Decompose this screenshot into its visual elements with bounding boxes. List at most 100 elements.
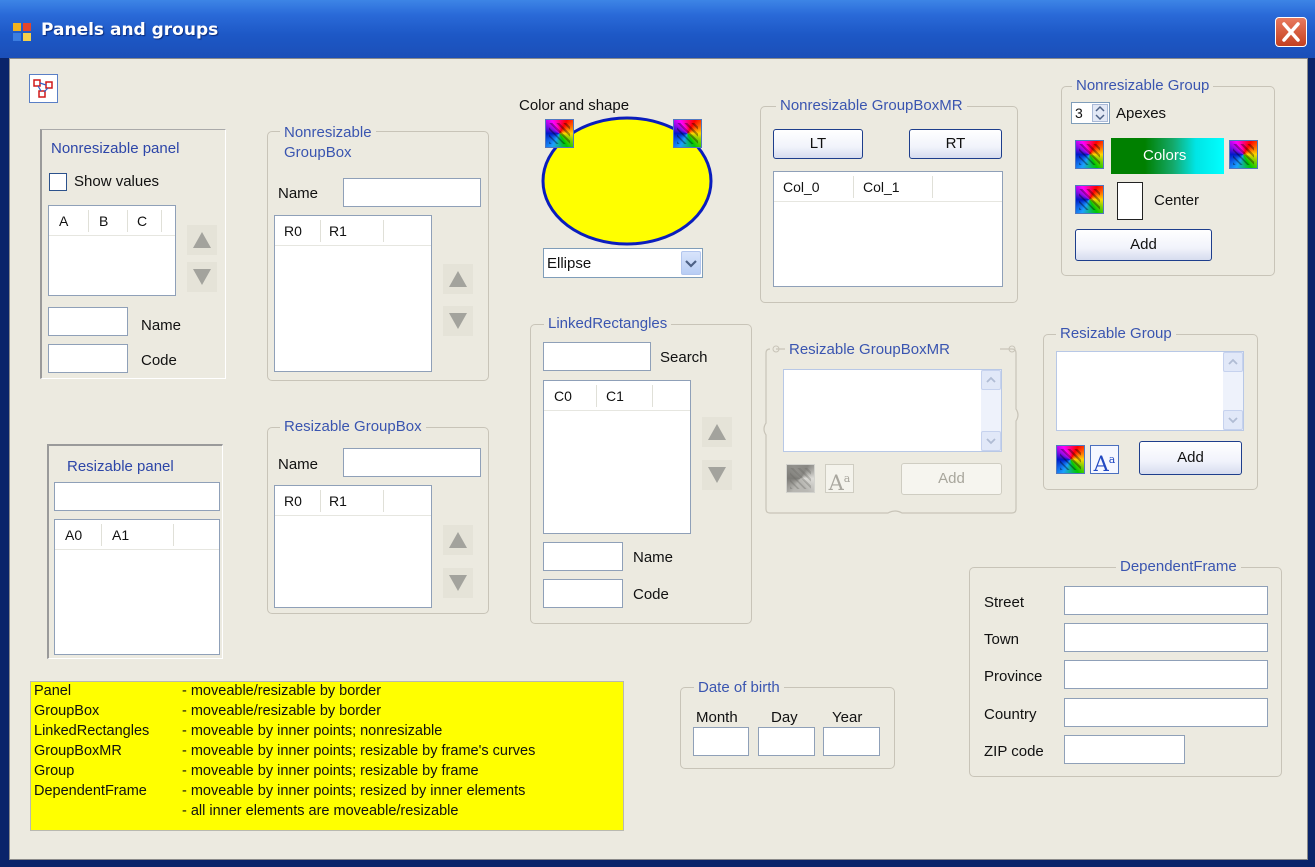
groupbox-name-input[interactable] xyxy=(343,448,481,477)
center-label: Center xyxy=(1154,192,1200,209)
resizable-panel-title: Resizable panel xyxy=(67,458,174,475)
groupbox-title-line2: GroupBox xyxy=(284,144,352,161)
listview-header: A0 A1 xyxy=(55,520,219,550)
tool-button[interactable] xyxy=(29,74,58,103)
chevron-down-icon xyxy=(685,260,697,268)
name-label: Name xyxy=(633,549,674,566)
groupboxmr-textarea[interactable] xyxy=(783,369,1002,452)
name-input[interactable] xyxy=(543,542,623,571)
column-header[interactable]: A1 xyxy=(112,527,129,543)
legend-key: GroupBoxMR xyxy=(34,743,122,759)
add-button[interactable]: Add xyxy=(1139,441,1242,475)
scroll-down-button[interactable] xyxy=(981,431,1001,451)
code-input[interactable] xyxy=(48,344,128,373)
day-input[interactable] xyxy=(758,727,815,756)
lt-button[interactable]: LT xyxy=(773,129,863,159)
font-button[interactable]: Aa xyxy=(825,464,854,495)
move-up-button[interactable] xyxy=(702,417,732,447)
zip-code-input[interactable] xyxy=(1064,735,1185,764)
country-input[interactable] xyxy=(1064,698,1268,727)
groupbox-title-line1: Nonresizable xyxy=(284,124,372,141)
r-listview[interactable]: R0 R1 xyxy=(274,485,432,608)
town-input[interactable] xyxy=(1064,623,1268,652)
scroll-up-button[interactable] xyxy=(1223,352,1243,372)
scroll-down-button[interactable] xyxy=(1223,410,1243,430)
column-header[interactable]: Col_0 xyxy=(783,179,820,195)
center-color-swatch[interactable] xyxy=(1117,182,1143,220)
day-label: Day xyxy=(771,709,798,726)
title-bar[interactable]: Panels and groups xyxy=(0,0,1315,58)
listview-header: Col_0 Col_1 xyxy=(774,172,1002,202)
apexes-spinner[interactable]: 3 xyxy=(1071,102,1110,124)
legend-desc: - all inner elements are moveable/resiza… xyxy=(182,803,459,819)
arrow-down-icon xyxy=(449,313,467,329)
year-input[interactable] xyxy=(823,727,880,756)
column-header[interactable]: B xyxy=(99,213,108,229)
font-button[interactable]: Aa xyxy=(1090,445,1119,476)
column-header[interactable]: R0 xyxy=(284,223,302,239)
move-down-button[interactable] xyxy=(702,460,732,490)
nonresizable-panel[interactable]: Nonresizable panel Show values A B C Nam… xyxy=(40,129,226,379)
abc-listview[interactable]: A B C xyxy=(48,205,176,296)
move-up-button[interactable] xyxy=(187,225,217,255)
c-listview[interactable]: C0 C1 xyxy=(543,380,691,534)
column-header[interactable]: R0 xyxy=(284,493,302,509)
scrollbar[interactable] xyxy=(981,370,1001,451)
street-input[interactable] xyxy=(1064,586,1268,615)
column-header[interactable]: R1 xyxy=(329,223,347,239)
code-input[interactable] xyxy=(543,579,623,608)
resizable-group-textarea[interactable] xyxy=(1056,351,1244,431)
column-header[interactable]: C0 xyxy=(554,388,572,404)
a0-a1-listview[interactable]: A0 A1 xyxy=(54,519,220,655)
move-down-button[interactable] xyxy=(187,262,217,292)
scroll-up-button[interactable] xyxy=(981,370,1001,390)
outline-color-button[interactable] xyxy=(673,119,702,148)
fill-color-button[interactable] xyxy=(545,119,574,148)
left-color-button[interactable] xyxy=(1075,140,1104,169)
scrollbar[interactable] xyxy=(1223,352,1243,430)
move-down-button[interactable] xyxy=(443,568,473,598)
colors-gradient[interactable]: Colors xyxy=(1111,138,1224,174)
column-header[interactable]: A xyxy=(59,213,68,229)
right-color-button[interactable] xyxy=(1229,140,1258,169)
color-button[interactable] xyxy=(786,464,815,493)
legend-box: Panel - moveable/resizable by border Gro… xyxy=(30,681,624,831)
resizable-panel-input[interactable] xyxy=(54,482,220,511)
add-button[interactable]: Add xyxy=(1075,229,1212,261)
column-header[interactable]: C1 xyxy=(606,388,624,404)
dependent-frame-title: DependentFrame xyxy=(1116,558,1241,575)
center-color-button[interactable] xyxy=(1075,185,1104,214)
move-down-button[interactable] xyxy=(443,306,473,336)
province-input[interactable] xyxy=(1064,660,1268,689)
column-header[interactable]: R1 xyxy=(329,493,347,509)
show-values-checkbox[interactable] xyxy=(49,173,67,191)
column-header[interactable]: C xyxy=(137,213,147,229)
column-header[interactable]: A0 xyxy=(65,527,82,543)
rt-button[interactable]: RT xyxy=(909,129,1002,159)
r-listview[interactable]: R0 R1 xyxy=(274,215,432,372)
groupbox-name-input[interactable] xyxy=(343,178,481,207)
move-up-button[interactable] xyxy=(443,525,473,555)
chevron-down-icon xyxy=(1228,417,1238,424)
month-input[interactable] xyxy=(693,727,749,756)
date-of-birth-title: Date of birth xyxy=(694,679,784,696)
resizable-panel[interactable]: Resizable panel A0 A1 xyxy=(47,444,223,659)
column-header[interactable]: Col_1 xyxy=(863,179,900,195)
color-button[interactable] xyxy=(1056,445,1085,474)
arrow-down-icon xyxy=(449,575,467,591)
search-input[interactable] xyxy=(543,342,651,371)
show-values-label[interactable]: Show values xyxy=(74,173,159,190)
zip-code-label: ZIP code xyxy=(984,743,1044,760)
arrow-up-icon xyxy=(708,424,726,440)
spin-buttons[interactable] xyxy=(1092,104,1108,122)
shape-select[interactable]: Ellipse xyxy=(543,248,703,278)
legend-desc: - moveable by inner points; nonresizable xyxy=(182,723,443,739)
name-input[interactable] xyxy=(48,307,128,336)
col-listview[interactable]: Col_0 Col_1 xyxy=(773,171,1003,287)
move-up-button[interactable] xyxy=(443,264,473,294)
client-area: Nonresizable panel Show values A B C Nam… xyxy=(9,58,1308,860)
add-button[interactable]: Add xyxy=(901,463,1002,495)
close-button[interactable] xyxy=(1275,17,1307,47)
dropdown-button[interactable] xyxy=(681,251,701,275)
arrow-down-icon xyxy=(708,467,726,483)
